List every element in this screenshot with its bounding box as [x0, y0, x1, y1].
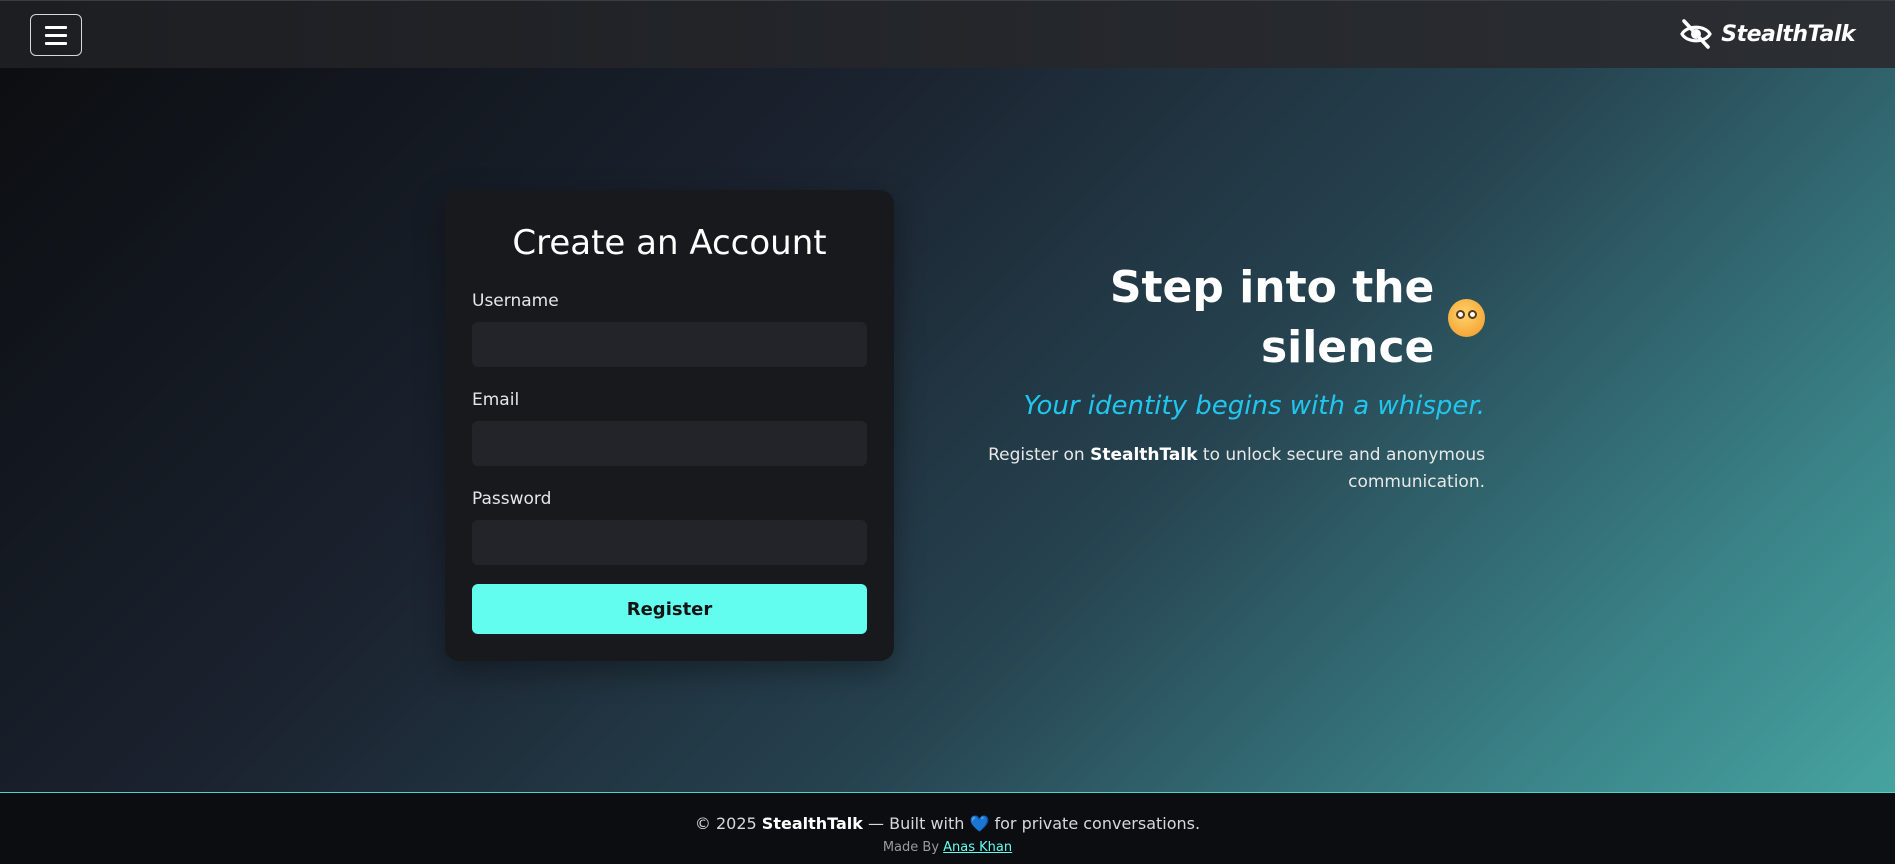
author-link[interactable]: Anas Khan: [943, 840, 1012, 855]
menu-bar: [45, 25, 67, 29]
promo-subtitle: Your identity begins with a whisper.: [1023, 391, 1485, 421]
hero-section: Create an Account Username Email Passwor…: [0, 68, 1895, 792]
promo-section: Step into the silence Your identity begi…: [940, 258, 1485, 496]
username-input[interactable]: [472, 322, 867, 367]
heart-icon: 💙: [969, 814, 990, 833]
eye-slash-icon: [1680, 19, 1713, 49]
footer-brand: StealthTalk: [761, 814, 863, 833]
register-button[interactable]: Register: [472, 584, 867, 634]
hamburger-menu-button[interactable]: [30, 14, 82, 56]
promo-text-before: Register on: [988, 445, 1091, 465]
register-card: Create an Account Username Email Passwor…: [445, 190, 894, 661]
footer-credit: Made By Anas Khan: [0, 839, 1895, 857]
brand-logo[interactable]: StealthTalk: [1679, 17, 1855, 51]
promo-text-after: to unlock secure and anonymous communica…: [1197, 445, 1485, 492]
menu-bar: [45, 41, 67, 45]
username-label: Username: [472, 291, 559, 311]
menu-bar: [45, 33, 67, 37]
promo-title-text: Step into the silence: [1109, 262, 1435, 373]
promo-text-brand: StealthTalk: [1090, 445, 1198, 465]
footer-copyright: © 2025 StealthTalk — Built with 💙 for pr…: [0, 813, 1895, 835]
password-label: Password: [472, 489, 552, 509]
footer-tagline: for private conversations.: [989, 814, 1201, 833]
email-input[interactable]: [472, 421, 867, 466]
email-label: Email: [472, 390, 520, 410]
form-title: Create an Account: [512, 223, 827, 263]
built-with-text: — Built with: [862, 814, 970, 833]
promo-description: Register on StealthTalk to unlock secure…: [940, 442, 1485, 496]
navbar: StealthTalk: [0, 0, 1895, 68]
copyright-text: © 2025: [694, 814, 762, 833]
brand-name: StealthTalk: [1721, 21, 1855, 47]
footer: © 2025 StealthTalk — Built with 💙 for pr…: [0, 792, 1895, 864]
password-input[interactable]: [472, 520, 867, 565]
promo-title: Step into the silence: [940, 258, 1485, 378]
made-by-text: Made By: [882, 840, 944, 855]
shushing-face-icon: [1448, 299, 1485, 337]
